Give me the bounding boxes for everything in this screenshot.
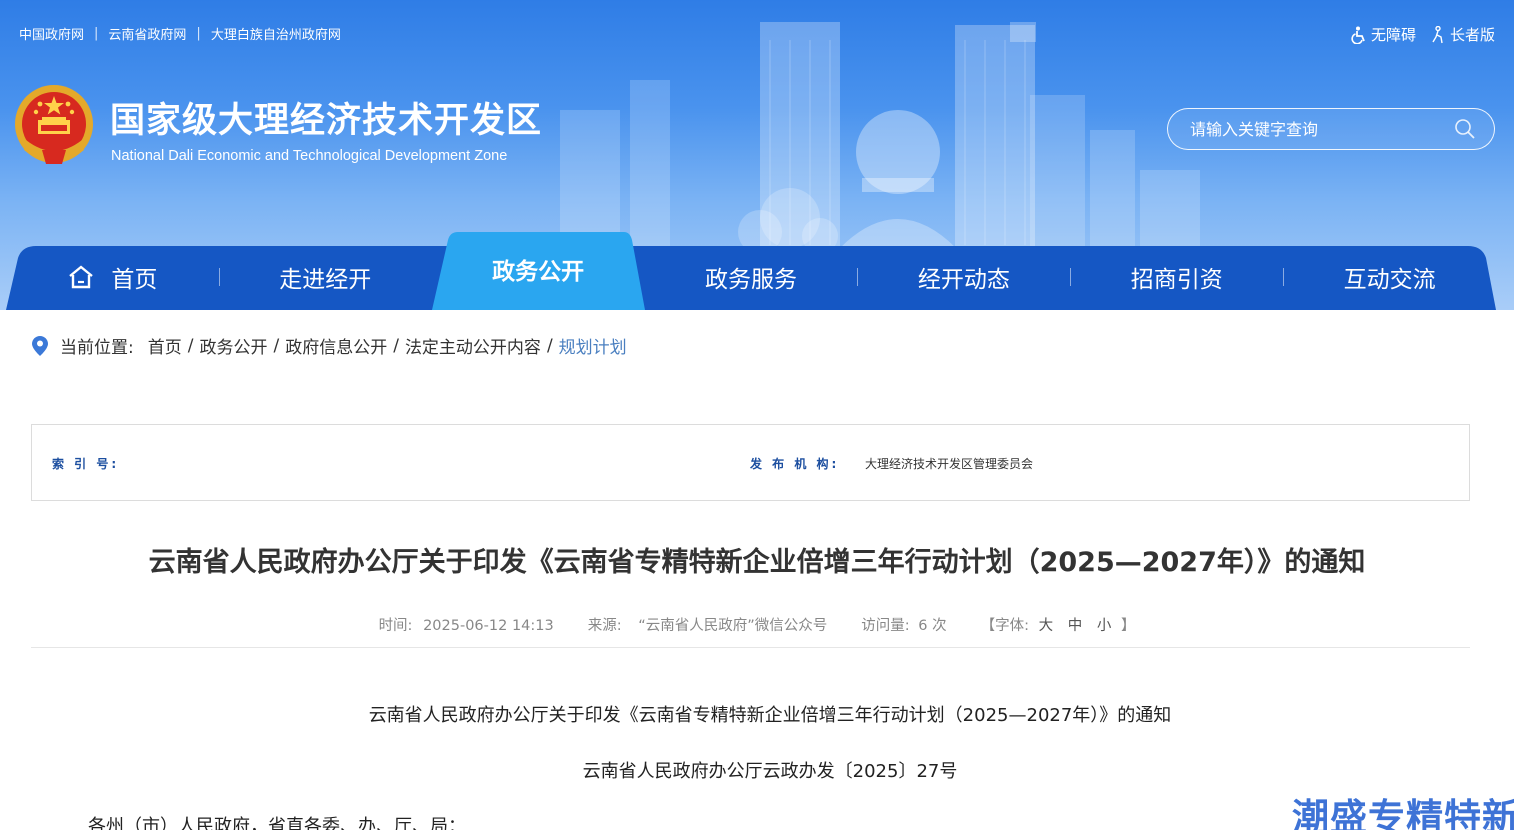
body-paragraph: 云南省人民政府办公厅关于印发《云南省专精特新企业倍增三年行动计划（2025—20…: [368, 705, 1172, 726]
barrier-free-button[interactable]: 无障碍: [1351, 24, 1416, 45]
nav-item-gov-affairs[interactable]: 政务公开: [432, 238, 645, 300]
nav-item-news[interactable]: 经开动态: [857, 246, 1070, 308]
nav-label: 政务公开: [492, 259, 585, 285]
nav-label: 走进经开: [279, 267, 372, 293]
nav-item-investment[interactable]: 招商引资: [1070, 246, 1283, 308]
search-icon[interactable]: [1454, 118, 1476, 140]
breadcrumb-gov-affairs[interactable]: 政务公开: [199, 333, 267, 358]
site-title: 国家级大理经济技术开发区: [110, 100, 543, 141]
nav-item-home[interactable]: 首页: [6, 246, 219, 308]
accessibility-links: 无障碍 长者版: [1351, 24, 1495, 45]
font-medium-button[interactable]: 中: [1068, 618, 1083, 634]
time-label: 时间:: [378, 618, 413, 634]
nav-item-interaction[interactable]: 互动交流: [1283, 246, 1496, 308]
nav-item-about[interactable]: 走进经开: [218, 246, 432, 308]
view-count: 访问量: 6 次: [861, 614, 946, 635]
divider: |: [94, 26, 99, 41]
barrier-free-label: 无障碍: [1370, 26, 1416, 44]
breadcrumb-current[interactable]: 规划计划: [559, 333, 627, 358]
location-pin-icon: [32, 335, 48, 356]
article-source: 来源: “云南省人民政府”微信公众号: [588, 614, 828, 635]
font-size-label: 【字体:: [980, 618, 1029, 634]
document-info-box: 索 引 号: 发 布 机 构: 大理经济技术开发区管理委员会: [31, 424, 1470, 501]
source-value: “云南省人民政府”微信公众号: [638, 618, 828, 634]
views-label: 访问量:: [861, 618, 910, 634]
nav-label: 互动交流: [1343, 267, 1436, 293]
top-links: 中国政府网 | 云南省政府网 | 大理白族自治州政府网: [19, 24, 341, 43]
breadcrumb-home[interactable]: 首页: [148, 333, 182, 358]
nav-label: 首页: [111, 267, 158, 293]
breadcrumb-statutory[interactable]: 法定主动公开内容: [405, 333, 541, 358]
body-paragraph: 各州（市）人民政府，省直各委、办、厅、局：: [88, 816, 466, 830]
top-link-yunnan[interactable]: 云南省政府网: [108, 24, 186, 43]
nav-label: 经开动态: [917, 267, 1010, 293]
publisher-value: 大理经济技术开发区管理委员会: [865, 457, 1034, 471]
time-value: 2025-06-12 14:13: [423, 618, 554, 634]
article-title: 云南省人民政府办公厅关于印发《云南省专精特新企业倍增三年行动计划（2025—20…: [148, 547, 1366, 578]
breadcrumb-separator: /: [393, 335, 399, 356]
watermark-text: 潮盛专精特新: [1292, 796, 1514, 830]
nav-label: 政务服务: [705, 267, 797, 293]
divider: |: [196, 26, 201, 41]
index-number-label: 索 引 号:: [52, 457, 120, 471]
main-nav: 首页 走进经开 政务公开 政务服务 经开动态 招商引资 互动交流: [0, 230, 1514, 310]
views-value: 6 次: [918, 618, 947, 634]
site-subtitle: National Dali Economic and Technological…: [111, 148, 508, 164]
top-link-dali[interactable]: 大理白族自治州政府网: [211, 24, 341, 43]
breadcrumb-separator: /: [187, 335, 194, 356]
publish-time: 时间: 2025-06-12 14:13: [379, 614, 554, 635]
search-box: [1167, 108, 1495, 150]
font-large-button[interactable]: 大: [1039, 618, 1054, 634]
nav-label: 招商引资: [1130, 267, 1223, 293]
breadcrumb-label: 当前位置:: [60, 338, 134, 358]
top-link-gov[interactable]: 中国政府网: [19, 24, 84, 43]
national-emblem-icon: [15, 85, 93, 164]
font-small-button[interactable]: 小: [1097, 618, 1112, 634]
site-header: 中国政府网 | 云南省政府网 | 大理白族自治州政府网 无障碍 长者版 国家级大…: [0, 0, 1514, 310]
search-input[interactable]: [1190, 117, 1450, 141]
elderly-mode-button[interactable]: 长者版: [1430, 24, 1495, 45]
wheelchair-icon: [1351, 26, 1365, 44]
divider: [31, 647, 1470, 648]
breadcrumb-separator: /: [273, 335, 280, 356]
breadcrumb-separator: /: [546, 335, 553, 356]
article-meta: 时间: 2025-06-12 14:13 来源: “云南省人民政府”微信公众号 …: [0, 614, 1514, 635]
publisher-label: 发 布 机 构:: [750, 457, 840, 471]
nav-item-gov-services[interactable]: 政务服务: [645, 246, 858, 308]
home-icon: [69, 265, 94, 289]
elderly-icon: [1432, 25, 1443, 43]
font-size-switcher: 【字体: 大 中 小 】: [981, 614, 1136, 635]
font-size-bracket: 】: [1120, 618, 1136, 634]
breadcrumb: 当前位置: 首页 / 政务公开 / 政府信息公开 / 法定主动公开内容 / 规划…: [32, 333, 627, 358]
body-paragraph: 云南省人民政府办公厅云政办发〔2025〕27号: [582, 761, 958, 782]
source-label: 来源:: [587, 618, 622, 634]
breadcrumb-info-disclosure[interactable]: 政府信息公开: [285, 333, 387, 358]
elderly-mode-label: 长者版: [1449, 26, 1495, 44]
